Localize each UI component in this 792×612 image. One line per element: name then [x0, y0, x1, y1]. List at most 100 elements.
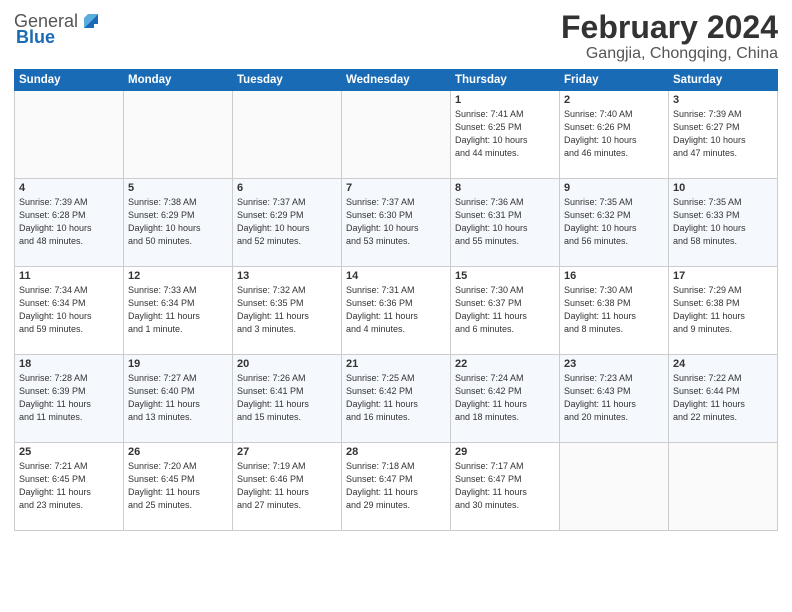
- day-number: 6: [237, 182, 337, 194]
- calendar-week-row: 25Sunrise: 7:21 AM Sunset: 6:45 PM Dayli…: [15, 443, 778, 531]
- calendar-cell: 9 Sunrise: 7:35 AM Sunset: 6:32 PM Daylig…: [560, 179, 669, 267]
- calendar-week-row: 11 Sunrise: 7:34 AM Sunset: 6:34 PM Dayli…: [15, 267, 778, 355]
- weekday-header-saturday: Saturday: [669, 70, 778, 91]
- day-info: Sunrise: 7:37 AM Sunset: 6:29 PM Dayligh…: [237, 196, 337, 248]
- day-info: Sunrise: 7:34 AM Sunset: 6:34 PM Dayligh…: [19, 284, 119, 336]
- calendar-cell: 17 Sunrise: 7:29 AM Sunset: 6:38 PM Dayli…: [669, 267, 778, 355]
- logo: General Blue: [14, 10, 102, 46]
- day-info: Sunrise: 7:31 AM Sunset: 6:36 PM Dayligh…: [346, 284, 446, 336]
- weekday-header-tuesday: Tuesday: [233, 70, 342, 91]
- header: General Blue February 2024 Gangjia, Chon…: [14, 10, 778, 63]
- title-block: February 2024 Gangjia, Chongqing, China: [561, 10, 778, 63]
- day-info: Sunrise: 7:38 AM Sunset: 6:29 PM Dayligh…: [128, 196, 228, 248]
- calendar-cell: 11 Sunrise: 7:34 AM Sunset: 6:34 PM Dayli…: [15, 267, 124, 355]
- day-number: 19: [128, 358, 228, 370]
- calendar-cell: 18 Sunrise: 7:28 AM Sunset: 6:39 PM Dayli…: [15, 355, 124, 443]
- day-info: Sunrise: 7:30 AM Sunset: 6:38 PM Dayligh…: [564, 284, 664, 336]
- day-number: 1: [455, 94, 555, 106]
- calendar-cell: 3 Sunrise: 7:39 AM Sunset: 6:27 PM Daylig…: [669, 91, 778, 179]
- weekday-header-wednesday: Wednesday: [342, 70, 451, 91]
- day-info: Sunrise: 7:20 AM Sunset: 6:45 PM Dayligh…: [128, 460, 228, 512]
- day-number: 28: [346, 446, 446, 458]
- sub-title: Gangjia, Chongqing, China: [561, 45, 778, 63]
- calendar-cell: 7 Sunrise: 7:37 AM Sunset: 6:30 PM Daylig…: [342, 179, 451, 267]
- calendar-cell: [15, 91, 124, 179]
- day-info: Sunrise: 7:21 AM Sunset: 6:45 PM Dayligh…: [19, 460, 119, 512]
- calendar-cell: 16 Sunrise: 7:30 AM Sunset: 6:38 PM Dayli…: [560, 267, 669, 355]
- day-info: Sunrise: 7:29 AM Sunset: 6:38 PM Dayligh…: [673, 284, 773, 336]
- calendar-cell: 10 Sunrise: 7:35 AM Sunset: 6:33 PM Dayli…: [669, 179, 778, 267]
- day-number: 17: [673, 270, 773, 282]
- day-number: 3: [673, 94, 773, 106]
- calendar-cell: 6 Sunrise: 7:37 AM Sunset: 6:29 PM Daylig…: [233, 179, 342, 267]
- day-info: Sunrise: 7:23 AM Sunset: 6:43 PM Dayligh…: [564, 372, 664, 424]
- calendar-cell: 15 Sunrise: 7:30 AM Sunset: 6:37 PM Dayli…: [451, 267, 560, 355]
- day-info: Sunrise: 7:19 AM Sunset: 6:46 PM Dayligh…: [237, 460, 337, 512]
- calendar-week-row: 4 Sunrise: 7:39 AM Sunset: 6:28 PM Daylig…: [15, 179, 778, 267]
- day-info: Sunrise: 7:32 AM Sunset: 6:35 PM Dayligh…: [237, 284, 337, 336]
- day-info: Sunrise: 7:40 AM Sunset: 6:26 PM Dayligh…: [564, 108, 664, 160]
- day-number: 12: [128, 270, 228, 282]
- calendar-cell: 27 Sunrise: 7:19 AM Sunset: 6:46 PM Dayli…: [233, 443, 342, 531]
- day-number: 4: [19, 182, 119, 194]
- day-info: Sunrise: 7:18 AM Sunset: 6:47 PM Dayligh…: [346, 460, 446, 512]
- day-number: 14: [346, 270, 446, 282]
- weekday-header-friday: Friday: [560, 70, 669, 91]
- day-info: Sunrise: 7:30 AM Sunset: 6:37 PM Dayligh…: [455, 284, 555, 336]
- day-number: 21: [346, 358, 446, 370]
- day-info: Sunrise: 7:22 AM Sunset: 6:44 PM Dayligh…: [673, 372, 773, 424]
- day-info: Sunrise: 7:41 AM Sunset: 6:25 PM Dayligh…: [455, 108, 555, 160]
- calendar-cell: 24 Sunrise: 7:22 AM Sunset: 6:44 PM Dayli…: [669, 355, 778, 443]
- main-title: February 2024: [561, 10, 778, 45]
- day-number: 24: [673, 358, 773, 370]
- day-number: 2: [564, 94, 664, 106]
- day-number: 15: [455, 270, 555, 282]
- calendar-cell: 19 Sunrise: 7:27 AM Sunset: 6:40 PM Dayli…: [124, 355, 233, 443]
- calendar-cell: [669, 443, 778, 531]
- day-info: Sunrise: 7:26 AM Sunset: 6:41 PM Dayligh…: [237, 372, 337, 424]
- day-info: Sunrise: 7:35 AM Sunset: 6:32 PM Dayligh…: [564, 196, 664, 248]
- day-info: Sunrise: 7:24 AM Sunset: 6:42 PM Dayligh…: [455, 372, 555, 424]
- calendar-cell: 1 Sunrise: 7:41 AM Sunset: 6:25 PM Daylig…: [451, 91, 560, 179]
- calendar-cell: 22Sunrise: 7:24 AM Sunset: 6:42 PM Dayli…: [451, 355, 560, 443]
- calendar-cell: 25Sunrise: 7:21 AM Sunset: 6:45 PM Dayli…: [15, 443, 124, 531]
- day-info: Sunrise: 7:25 AM Sunset: 6:42 PM Dayligh…: [346, 372, 446, 424]
- day-number: 7: [346, 182, 446, 194]
- day-info: Sunrise: 7:39 AM Sunset: 6:27 PM Dayligh…: [673, 108, 773, 160]
- calendar-cell: [124, 91, 233, 179]
- day-number: 18: [19, 358, 119, 370]
- day-info: Sunrise: 7:39 AM Sunset: 6:28 PM Dayligh…: [19, 196, 119, 248]
- day-info: Sunrise: 7:35 AM Sunset: 6:33 PM Dayligh…: [673, 196, 773, 248]
- calendar-cell: 12Sunrise: 7:33 AM Sunset: 6:34 PM Dayli…: [124, 267, 233, 355]
- calendar-cell: 29 Sunrise: 7:17 AM Sunset: 6:47 PM Dayli…: [451, 443, 560, 531]
- calendar-cell: [233, 91, 342, 179]
- calendar-week-row: 18 Sunrise: 7:28 AM Sunset: 6:39 PM Dayli…: [15, 355, 778, 443]
- day-number: 10: [673, 182, 773, 194]
- day-number: 9: [564, 182, 664, 194]
- day-info: Sunrise: 7:28 AM Sunset: 6:39 PM Dayligh…: [19, 372, 119, 424]
- calendar-cell: 20 Sunrise: 7:26 AM Sunset: 6:41 PM Dayli…: [233, 355, 342, 443]
- calendar-cell: 5Sunrise: 7:38 AM Sunset: 6:29 PM Daylig…: [124, 179, 233, 267]
- day-info: Sunrise: 7:17 AM Sunset: 6:47 PM Dayligh…: [455, 460, 555, 512]
- day-number: 29: [455, 446, 555, 458]
- calendar-cell: 4 Sunrise: 7:39 AM Sunset: 6:28 PM Daylig…: [15, 179, 124, 267]
- day-number: 27: [237, 446, 337, 458]
- day-number: 16: [564, 270, 664, 282]
- day-number: 13: [237, 270, 337, 282]
- day-info: Sunrise: 7:36 AM Sunset: 6:31 PM Dayligh…: [455, 196, 555, 248]
- day-number: 8: [455, 182, 555, 194]
- day-number: 20: [237, 358, 337, 370]
- calendar-cell: 2 Sunrise: 7:40 AM Sunset: 6:26 PM Daylig…: [560, 91, 669, 179]
- calendar-cell: 23Sunrise: 7:23 AM Sunset: 6:43 PM Dayli…: [560, 355, 669, 443]
- calendar-cell: 21 Sunrise: 7:25 AM Sunset: 6:42 PM Dayli…: [342, 355, 451, 443]
- weekday-header-thursday: Thursday: [451, 70, 560, 91]
- calendar-week-row: 1 Sunrise: 7:41 AM Sunset: 6:25 PM Daylig…: [15, 91, 778, 179]
- day-info: Sunrise: 7:27 AM Sunset: 6:40 PM Dayligh…: [128, 372, 228, 424]
- logo-icon: [80, 10, 102, 32]
- calendar-cell: [342, 91, 451, 179]
- calendar-cell: 28 Sunrise: 7:18 AM Sunset: 6:47 PM Dayli…: [342, 443, 451, 531]
- logo-blue: Blue: [16, 28, 55, 46]
- weekday-header-sunday: Sunday: [15, 70, 124, 91]
- day-number: 11: [19, 270, 119, 282]
- day-info: Sunrise: 7:37 AM Sunset: 6:30 PM Dayligh…: [346, 196, 446, 248]
